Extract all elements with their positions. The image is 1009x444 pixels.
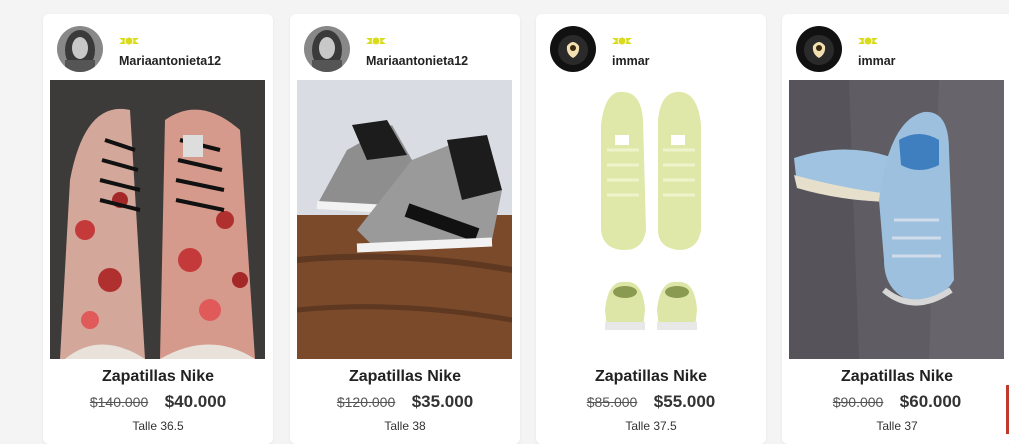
product-photo[interactable]: [297, 80, 512, 359]
product-card[interactable]: Mariaantonieta12 Zapatillas Nike $140.00…: [43, 14, 273, 444]
seller-username[interactable]: immar: [612, 54, 650, 68]
original-price: $85.000: [586, 394, 638, 410]
original-price: $90.000: [832, 394, 884, 410]
product-title[interactable]: Zapatillas Nike: [290, 368, 520, 386]
price-row: $85.000 $55.000: [536, 392, 766, 412]
price-row: $90.000 $60.000: [782, 392, 1009, 412]
product-photo[interactable]: [543, 80, 758, 359]
product-card[interactable]: immar Zapatillas Nike $85.000 $55.000 Ta…: [536, 14, 766, 444]
product-title[interactable]: Zapatillas Nike: [43, 368, 273, 386]
size-label: Talle 37: [876, 419, 918, 433]
seller-badge-icon: [366, 35, 386, 47]
product-photo[interactable]: [50, 80, 265, 359]
price-row: $140.000 $40.000: [43, 392, 273, 412]
current-price: $55.000: [653, 392, 716, 411]
size-label: Talle 37.5: [625, 419, 677, 433]
seller-avatar[interactable]: [550, 26, 596, 72]
size-label: Talle 36.5: [132, 419, 184, 433]
original-price: $120.000: [336, 394, 396, 410]
seller-avatar[interactable]: [304, 26, 350, 72]
seller-avatar[interactable]: [796, 26, 842, 72]
product-photo[interactable]: [789, 80, 1004, 359]
seller-badge-icon: [858, 35, 878, 47]
current-price: $35.000: [411, 392, 474, 411]
seller-username[interactable]: Mariaantonieta12: [119, 54, 221, 68]
product-title[interactable]: Zapatillas Nike: [782, 368, 1009, 386]
seller-avatar[interactable]: [57, 26, 103, 72]
current-price: $40.000: [164, 392, 227, 411]
product-card[interactable]: immar Zapatillas Nike $90.000 $60.000 Ta…: [782, 14, 1009, 444]
seller-badge-icon: [612, 35, 632, 47]
product-title[interactable]: Zapatillas Nike: [536, 368, 766, 386]
size-label: Talle 38: [384, 419, 426, 433]
seller-username[interactable]: Mariaantonieta12: [366, 54, 468, 68]
product-grid: Mariaantonieta12 Zapatillas Nike $140.00…: [0, 0, 1009, 444]
seller-username[interactable]: immar: [858, 54, 896, 68]
product-card[interactable]: Mariaantonieta12 Zapatillas Nike $120.00…: [290, 14, 520, 444]
price-row: $120.000 $35.000: [290, 392, 520, 412]
current-price: $60.000: [899, 392, 962, 411]
seller-badge-icon: [119, 35, 139, 47]
original-price: $140.000: [89, 394, 149, 410]
